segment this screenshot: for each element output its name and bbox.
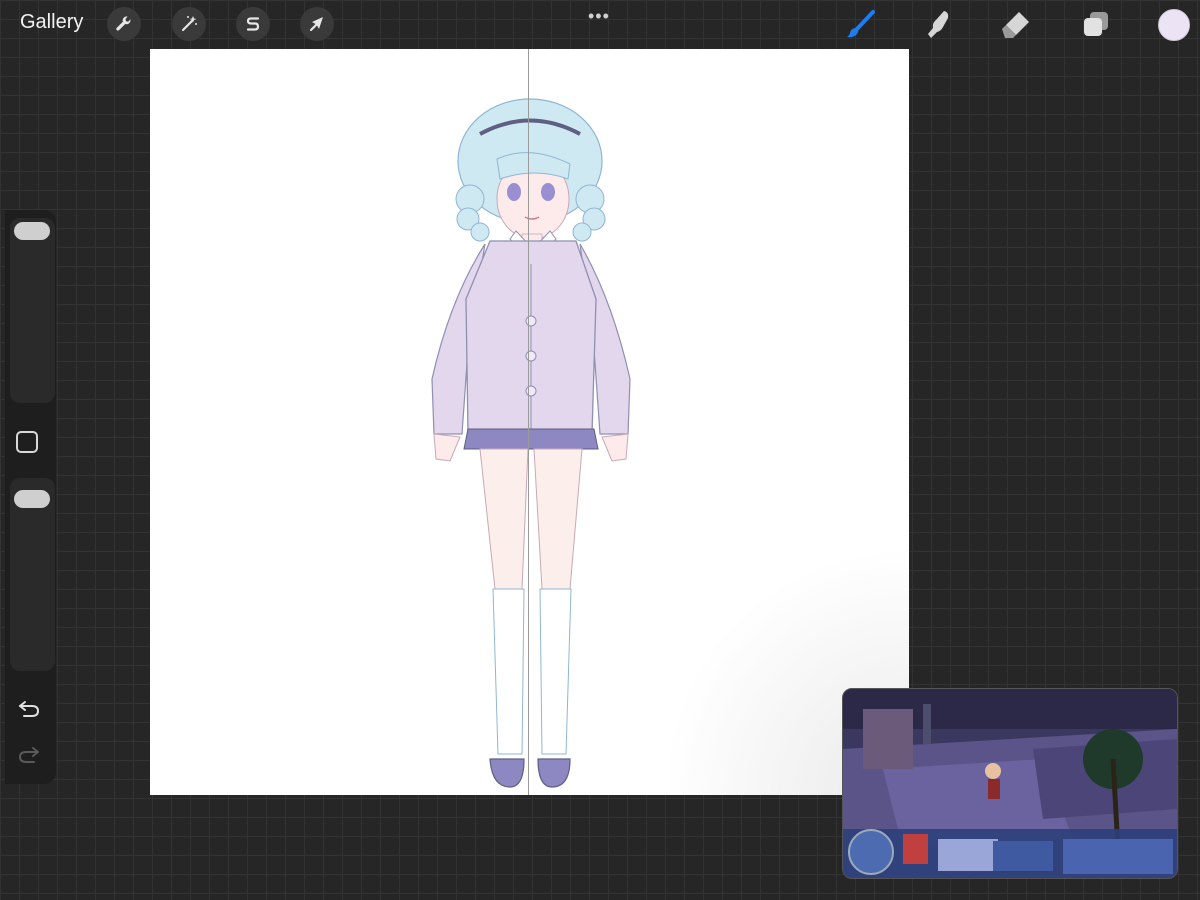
adjustments-button[interactable] xyxy=(172,7,206,41)
brush-tool-button[interactable] xyxy=(845,8,877,40)
game-scene-thumbnail xyxy=(843,689,1177,878)
gallery-button[interactable]: Gallery xyxy=(20,11,83,34)
magic-wand-icon xyxy=(181,16,197,32)
symmetry-guide-line xyxy=(528,49,529,795)
wrench-icon xyxy=(116,16,131,31)
arrow-cursor-icon xyxy=(309,17,323,32)
eraser-icon xyxy=(1002,12,1029,38)
transform-button[interactable] xyxy=(300,7,334,41)
brush-icon xyxy=(847,10,875,38)
layers-icon xyxy=(1084,12,1108,36)
selection-button[interactable] xyxy=(236,7,270,41)
redo-arrow-icon xyxy=(18,747,39,763)
opacity-knob[interactable] xyxy=(14,490,50,508)
redo-button[interactable] xyxy=(15,740,43,768)
brush-size-knob[interactable] xyxy=(14,222,50,240)
left-sidebar xyxy=(5,210,56,784)
undo-arrow-icon xyxy=(19,701,40,717)
modify-button[interactable] xyxy=(16,431,38,453)
selection-s-icon xyxy=(246,17,260,31)
smudge-finger-icon xyxy=(928,11,949,38)
picture-in-picture-video[interactable] xyxy=(842,688,1178,879)
smudge-tool-button[interactable] xyxy=(922,8,954,40)
drawing-canvas[interactable] xyxy=(150,49,909,795)
character-artwork xyxy=(431,98,631,788)
eraser-tool-button[interactable] xyxy=(1000,8,1032,40)
actions-button[interactable] xyxy=(107,7,141,41)
color-picker-swatch[interactable] xyxy=(1158,9,1190,41)
more-options-icon[interactable]: ••• xyxy=(588,6,610,27)
top-toolbar: Gallery ••• xyxy=(0,0,1200,48)
undo-button[interactable] xyxy=(15,694,43,722)
brush-size-slider[interactable] xyxy=(10,218,55,403)
layers-tool-button[interactable] xyxy=(1080,8,1112,40)
opacity-slider[interactable] xyxy=(10,478,55,671)
